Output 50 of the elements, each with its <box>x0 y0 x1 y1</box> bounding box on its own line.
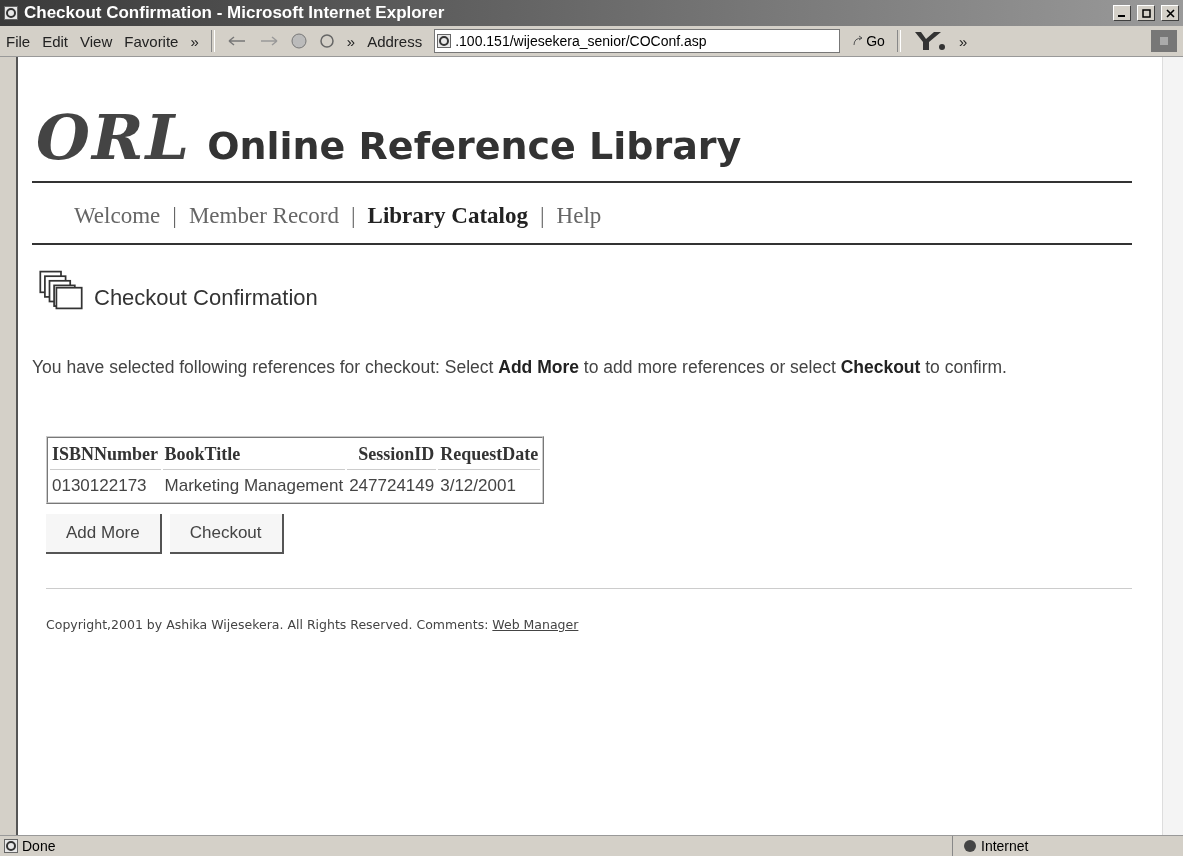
nav-separator: | <box>351 203 356 229</box>
column-header: RequestDate <box>438 440 541 470</box>
globe-icon <box>963 839 977 853</box>
table-cell-text: 3/12/2001 <box>439 475 517 497</box>
address-label: Address <box>367 32 423 50</box>
nav-link[interactable]: Welcome <box>74 203 161 229</box>
maximize-icon <box>1141 8 1151 18</box>
column-header: ISBNNumber <box>50 440 161 470</box>
nav-link[interactable]: Member Record <box>188 203 339 229</box>
more-button[interactable]: » <box>958 32 968 50</box>
browser-icon <box>437 34 452 48</box>
copyright-text: Copyright,2001 by Ashika Wijesekera. All Rights Reserved. Comments: Web Manager <box>46 617 580 632</box>
column-header: BookTitle <box>162 440 346 470</box>
page-heading: Checkout Confirmation <box>94 285 318 311</box>
more-button[interactable]: » <box>346 32 356 50</box>
nav-separator: | <box>539 203 545 229</box>
nav-link[interactable]: Library Catalog <box>367 203 528 229</box>
web-manager-link[interactable]: Web Manager <box>492 617 579 632</box>
table-cell-text: 247724149 <box>348 475 436 497</box>
browser-icon <box>4 839 18 853</box>
table-cell-text: 0130122173 <box>51 475 148 497</box>
nav-link[interactable]: Help <box>556 203 602 229</box>
go-button[interactable]: Go <box>852 33 885 49</box>
close-icon <box>1165 8 1175 18</box>
scrollbar[interactable] <box>1162 57 1183 835</box>
status-text: Done <box>22 838 56 854</box>
window-title: Checkout Confirmation - Microsoft Internet Explorer <box>24 3 446 23</box>
menu-item[interactable]: View <box>80 32 113 50</box>
address-field[interactable]: .100.151/wijesekera_senior/COConf.asp <box>434 29 841 53</box>
browser-icon <box>4 6 18 20</box>
instructions-text: You have selected following references for checkout: Select Add More to add more references or select Checkout to confirm. <box>32 357 1008 378</box>
close-button[interactable] <box>1161 5 1179 21</box>
site-title: Online Reference Library <box>207 124 742 168</box>
minimize-button[interactable] <box>1113 5 1131 21</box>
menu-item[interactable]: » <box>190 32 199 50</box>
menu-item[interactable]: File <box>6 32 31 50</box>
form-button[interactable]: Add More <box>46 514 162 554</box>
form-button[interactable]: Checkout <box>169 514 284 554</box>
logo-icon[interactable] <box>912 30 947 52</box>
table-cell-text: Marketing Management <box>163 475 345 497</box>
curved-arrow-icon <box>852 35 865 47</box>
zone-text: Internet <box>981 838 1029 854</box>
maximize-button[interactable] <box>1137 5 1155 21</box>
menu-item[interactable]: Favorite <box>124 32 179 50</box>
column-header: SessionID <box>347 440 437 470</box>
menu-item[interactable]: Edit <box>42 32 69 50</box>
site-logo: ORL <box>36 107 192 169</box>
books-icon <box>38 269 84 311</box>
nav-separator: | <box>172 203 177 229</box>
back-arrow-icon[interactable] <box>226 35 247 47</box>
